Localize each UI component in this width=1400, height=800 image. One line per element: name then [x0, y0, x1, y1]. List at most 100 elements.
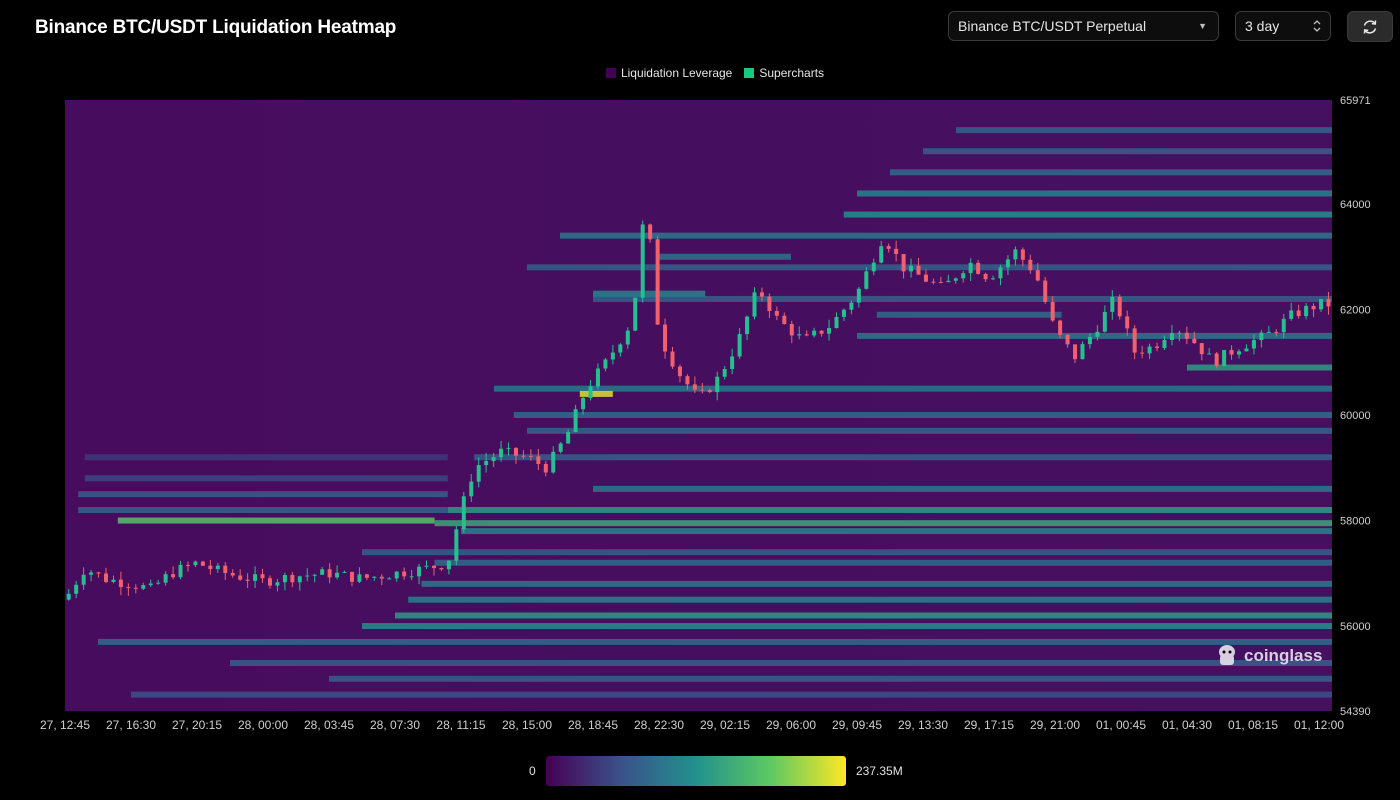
liquidation-band — [890, 169, 1332, 176]
x-tick-label: 01, 12:00 — [1294, 718, 1344, 732]
liquidation-band — [956, 127, 1332, 134]
watermark: coinglass — [1216, 644, 1322, 668]
candle-body — [1147, 346, 1152, 354]
candle-body — [901, 254, 906, 272]
liquidation-band — [421, 580, 1332, 587]
candle-body — [991, 278, 996, 280]
candle-body — [461, 496, 466, 530]
candle-body — [558, 443, 563, 452]
candle-body — [1117, 296, 1122, 317]
candle-body — [551, 451, 556, 473]
candle-body — [655, 239, 660, 325]
candle-body — [126, 587, 131, 589]
candle-body — [364, 574, 369, 578]
candle-body — [171, 574, 176, 578]
colorbar-gradient — [546, 756, 846, 786]
candle-body — [871, 262, 876, 272]
x-tick-label: 01, 08:15 — [1228, 718, 1278, 732]
candle-body — [267, 578, 272, 586]
candle-body — [1296, 310, 1301, 317]
candle-body — [454, 529, 459, 561]
liquidation-band — [1187, 364, 1332, 371]
x-tick-label: 29, 21:00 — [1030, 718, 1080, 732]
candle-body — [812, 330, 817, 336]
candle-body — [118, 579, 123, 588]
candle-body — [208, 565, 213, 570]
x-tick-label: 27, 12:45 — [40, 718, 90, 732]
liquidation-band — [395, 612, 1332, 619]
candle-body — [111, 579, 116, 582]
candle-body — [320, 569, 325, 575]
liquidation-band — [474, 454, 1332, 461]
candle-body — [968, 262, 973, 274]
candle-body — [1162, 340, 1167, 348]
y-axis: 65971 64000 62000 60000 58000 56000 54390 — [1340, 95, 1371, 718]
candle-body — [1155, 346, 1160, 348]
y-tick-label: 54390 — [1340, 706, 1371, 718]
x-tick-label: 27, 16:30 — [106, 718, 156, 732]
candle-body — [163, 574, 168, 583]
x-tick-label: 27, 20:15 — [172, 718, 222, 732]
candle-body — [700, 389, 705, 391]
candle-body — [1229, 350, 1234, 355]
candle-body — [1177, 332, 1182, 334]
colorbar-min-label: 0 — [529, 764, 536, 778]
candle-body — [424, 565, 429, 567]
candle-body — [663, 324, 668, 352]
candle-body — [536, 456, 541, 464]
candle-body — [752, 292, 757, 317]
candle-body — [834, 316, 839, 329]
y-tick-label: 60000 — [1340, 410, 1371, 422]
x-tick-label: 29, 06:00 — [766, 718, 816, 732]
candle-body — [141, 585, 146, 589]
x-tick-label: 28, 11:15 — [436, 718, 485, 732]
candle-body — [745, 316, 750, 335]
liquidation-band — [98, 638, 1332, 645]
candle-body — [446, 560, 451, 570]
candle-body — [521, 455, 526, 457]
candle-body — [864, 271, 869, 289]
liquidation-band — [434, 559, 1333, 566]
candle-body — [1013, 249, 1018, 260]
candle-body — [670, 351, 675, 367]
liquidation-band — [494, 385, 1332, 392]
candle-body — [677, 366, 682, 377]
candle-body — [722, 368, 727, 377]
candle-body — [499, 448, 504, 458]
candle-body — [223, 565, 228, 573]
y-tick-label: 62000 — [1340, 305, 1371, 317]
candle-body — [156, 582, 161, 584]
candle-body — [103, 573, 108, 582]
liquidation-band — [78, 506, 448, 513]
candle-body — [230, 572, 235, 576]
liquidation-band — [593, 295, 1332, 302]
candle-body — [1214, 353, 1219, 366]
candle-body — [1326, 299, 1331, 307]
candle-body — [66, 593, 71, 600]
liquidation-band — [461, 528, 1332, 535]
candle-body — [372, 576, 377, 578]
candle-body — [327, 569, 332, 578]
candle-body — [1237, 351, 1242, 355]
liquidation-band — [527, 427, 1332, 434]
candle-body — [1125, 316, 1130, 329]
candle-body — [357, 574, 362, 582]
liquidation-band — [843, 211, 1332, 218]
candle-body — [1266, 331, 1271, 333]
candle-body — [767, 296, 772, 312]
candle-body — [789, 323, 794, 336]
liquidation-band — [84, 475, 448, 482]
candle-body — [707, 390, 712, 393]
candle-body — [282, 574, 287, 583]
liquidation-band — [579, 390, 613, 397]
candle-body — [827, 328, 832, 334]
candle-body — [983, 273, 988, 280]
candle-body — [938, 281, 943, 283]
candle-body — [528, 455, 533, 457]
candle-body — [439, 568, 444, 570]
candle-body — [1251, 340, 1256, 349]
candle-body — [335, 572, 340, 578]
heatmap-chart[interactable]: 65971 64000 62000 60000 58000 56000 54390 27, … — [0, 0, 1400, 800]
liquidation-band — [362, 549, 1332, 556]
coinglass-logo-icon — [1219, 645, 1235, 665]
